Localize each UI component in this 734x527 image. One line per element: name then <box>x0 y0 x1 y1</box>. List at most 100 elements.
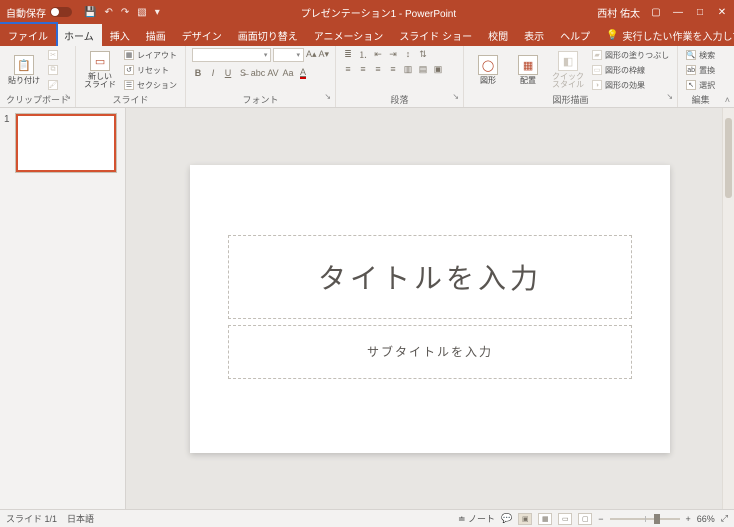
slide-thumbnail-1[interactable] <box>16 114 116 172</box>
strike-icon[interactable]: S̶ <box>237 67 249 79</box>
line-spacing-icon[interactable]: ↕ <box>402 48 414 60</box>
language-indicator[interactable]: 日本語 <box>67 512 94 525</box>
comments-pane-icon[interactable]: 💬 <box>501 513 512 524</box>
font-color-icon[interactable]: A <box>297 67 309 79</box>
shape-fill-button[interactable]: ▰図形の塗りつぶし <box>590 48 671 62</box>
zoom-out-button[interactable]: − <box>598 514 603 524</box>
reading-view-icon[interactable]: ▭ <box>558 513 572 525</box>
scrollbar-thumb[interactable] <box>725 118 732 198</box>
replace-button[interactable]: ab置換 <box>684 63 717 77</box>
group-slides: ▭ 新しい スライド ▦レイアウト ↺リセット ☰セクション スライド <box>76 46 186 107</box>
clipboard-launcher-icon[interactable]: ↘ <box>64 92 71 101</box>
close-icon[interactable]: ✕ <box>716 7 728 18</box>
columns-icon[interactable]: ▥ <box>402 63 414 75</box>
tab-file[interactable]: ファイル <box>0 24 56 46</box>
tab-draw[interactable]: 描画 <box>138 24 174 46</box>
paste-button[interactable]: 📋 貼り付け <box>6 48 42 92</box>
collapse-ribbon-icon[interactable]: ˄ <box>725 95 730 105</box>
normal-view-icon[interactable]: ▣ <box>518 513 532 525</box>
autosave-toggle[interactable]: 自動保存 <box>6 5 72 20</box>
title-placeholder[interactable]: タイトルを入力 <box>228 235 632 319</box>
tab-animations[interactable]: アニメーション <box>306 24 392 46</box>
reset-button[interactable]: ↺リセット <box>122 63 179 77</box>
tab-insert[interactable]: 挿入 <box>102 24 138 46</box>
grow-font-icon[interactable]: A▴ <box>306 48 317 60</box>
slide[interactable]: タイトルを入力 サブタイトルを入力 <box>190 165 670 453</box>
select-button[interactable]: ↖選択 <box>684 78 717 92</box>
underline-icon[interactable]: U <box>222 67 234 79</box>
tab-transitions[interactable]: 画面切り替え <box>230 24 306 46</box>
cut-button[interactable]: ✂ <box>46 48 60 62</box>
spacing-icon[interactable]: AV <box>267 67 279 79</box>
layout-button[interactable]: ▦レイアウト <box>122 48 179 62</box>
slide-canvas-area[interactable]: タイトルを入力 サブタイトルを入力 <box>126 108 734 509</box>
section-button[interactable]: ☰セクション <box>122 78 179 92</box>
slideshow-start-icon[interactable]: ▧ <box>137 7 146 18</box>
save-icon[interactable]: 💾 <box>84 7 96 18</box>
quick-styles-button[interactable]: ◧クイック スタイル <box>550 48 586 92</box>
qat-customize-icon[interactable]: ▾ <box>155 7 160 18</box>
tab-help[interactable]: ヘルプ <box>552 24 598 46</box>
ribbon-display-options-icon[interactable]: ▢ <box>650 7 662 18</box>
sorter-view-icon[interactable]: ▦ <box>538 513 552 525</box>
tab-view[interactable]: 表示 <box>516 24 552 46</box>
new-slide-button[interactable]: ▭ 新しい スライド <box>82 48 118 92</box>
paragraph-launcher-icon[interactable]: ↘ <box>452 92 459 101</box>
format-painter-button[interactable]: 🖌 <box>46 78 60 92</box>
bullets-icon[interactable]: ≣ <box>342 48 354 60</box>
zoom-slider-knob[interactable] <box>654 514 660 524</box>
text-direction-icon[interactable]: ⇅ <box>417 48 429 60</box>
group-paragraph: ≣ ⒈ ⇤ ⇥ ↕ ⇅ ≡ ≡ ≡ ≡ ▥ ▤ ▣ 段落↘ <box>336 46 464 107</box>
font-size-combo[interactable]: ▾ <box>273 48 304 62</box>
italic-icon[interactable]: I <box>207 67 219 79</box>
tab-design[interactable]: デザイン <box>174 24 230 46</box>
vertical-scrollbar[interactable] <box>722 108 734 509</box>
notes-button[interactable]: ≐ ノート <box>458 512 495 525</box>
lightbulb-icon: 💡 <box>606 30 618 41</box>
user-name[interactable]: 西村 佑太 <box>597 5 640 20</box>
numbering-icon[interactable]: ⒈ <box>357 48 369 60</box>
align-left-icon[interactable]: ≡ <box>342 63 354 75</box>
indent-decrease-icon[interactable]: ⇤ <box>372 48 384 60</box>
fit-to-window-icon[interactable]: ⤢ <box>721 513 728 524</box>
align-right-icon[interactable]: ≡ <box>372 63 384 75</box>
copy-button[interactable]: ⧉ <box>46 63 60 77</box>
chevron-down-icon: ▾ <box>296 51 300 59</box>
maximize-icon[interactable]: □ <box>694 7 706 18</box>
bold-icon[interactable]: B <box>192 67 204 79</box>
tab-home[interactable]: ホーム <box>56 24 102 46</box>
font-launcher-icon[interactable]: ↘ <box>324 92 331 101</box>
tab-slideshow[interactable]: スライド ショー <box>391 24 480 46</box>
tab-review[interactable]: 校閲 <box>480 24 516 46</box>
group-drawing: ◯図形 ▦配置 ◧クイック スタイル ▰図形の塗りつぶし ▭図形の枠線 ◑図形の… <box>464 46 678 107</box>
shape-outline-button[interactable]: ▭図形の枠線 <box>590 63 671 77</box>
subtitle-placeholder[interactable]: サブタイトルを入力 <box>228 325 632 379</box>
tell-me-search[interactable]: 💡 実行したい作業を入力してください <box>598 24 734 46</box>
reset-icon: ↺ <box>124 65 134 75</box>
zoom-slider[interactable] <box>610 518 680 520</box>
align-center-icon[interactable]: ≡ <box>357 63 369 75</box>
redo-icon[interactable]: ↷ <box>121 7 129 18</box>
slide-counter[interactable]: スライド 1/1 <box>6 512 57 525</box>
shrink-font-icon[interactable]: A▾ <box>318 48 329 60</box>
shadow-icon[interactable]: abc <box>252 67 264 79</box>
title-bar: 自動保存 💾 ↶ ↷ ▧ ▾ プレゼンテーション1 - PowerPoint 西… <box>0 0 734 24</box>
align-text-icon[interactable]: ▤ <box>417 63 429 75</box>
drawing-launcher-icon[interactable]: ↘ <box>666 92 673 101</box>
indent-increase-icon[interactable]: ⇥ <box>387 48 399 60</box>
slide-thumbnail-panel[interactable]: 1 <box>0 108 126 509</box>
case-icon[interactable]: Aa <box>282 67 294 79</box>
effects-icon: ◑ <box>592 80 602 90</box>
zoom-in-button[interactable]: + <box>686 514 691 524</box>
slideshow-view-icon[interactable]: ▢ <box>578 513 592 525</box>
smartart-icon[interactable]: ▣ <box>432 63 444 75</box>
zoom-value[interactable]: 66% <box>697 514 715 524</box>
undo-icon[interactable]: ↶ <box>104 7 112 18</box>
justify-icon[interactable]: ≡ <box>387 63 399 75</box>
arrange-button[interactable]: ▦配置 <box>510 48 546 92</box>
minimize-icon[interactable]: — <box>672 7 684 18</box>
shape-effects-button[interactable]: ◑図形の効果 <box>590 78 671 92</box>
shapes-button[interactable]: ◯図形 <box>470 48 506 92</box>
find-button[interactable]: 🔍検索 <box>684 48 717 62</box>
font-family-combo[interactable]: ▾ <box>192 48 271 62</box>
